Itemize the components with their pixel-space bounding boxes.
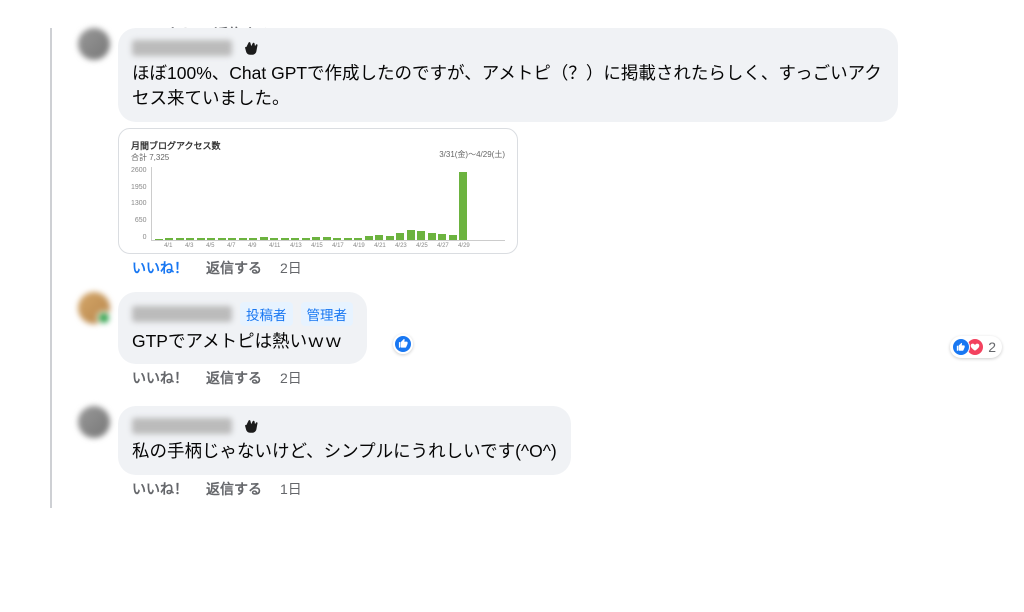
author-badge-poster: 投稿者: [240, 302, 293, 326]
chart-bar: [291, 238, 299, 240]
chart-bar: [428, 233, 436, 240]
like-link[interactable]: いいね！: [132, 258, 188, 278]
comment-bubble: ほぼ100%、Chat GPTで作成したのですが、アメトピ（？）に掲載されたらし…: [118, 28, 898, 122]
chart-bar: [417, 231, 425, 239]
reply-link[interactable]: 返信する: [206, 479, 262, 499]
reply-link[interactable]: 返信する: [206, 258, 262, 278]
chart-bar: [249, 238, 257, 240]
author-name[interactable]: [132, 418, 232, 434]
chart-bar: [260, 237, 268, 240]
wave-hand-icon: [240, 38, 260, 58]
chart-bar: [354, 238, 362, 240]
comment-text: GTPでアメトピは熱いｗｗ: [132, 329, 353, 354]
chart-bar: [365, 236, 373, 239]
like-reaction-icon[interactable]: [393, 334, 413, 354]
author-badge-admin: 管理者: [301, 302, 354, 326]
comment-bubble: 投稿者 管理者 GTPでアメトピは熱いｗｗ: [118, 292, 367, 364]
avatar[interactable]: [78, 406, 110, 438]
author-name[interactable]: [132, 306, 232, 322]
chart-attachment[interactable]: 月間ブログアクセス数 合計 7,325 3/31(金)～4/29(土) 2600…: [118, 128, 518, 254]
chart-bar: [207, 238, 215, 240]
chart-y-axis: 2600195013006500: [131, 167, 151, 241]
chart-bar: [302, 238, 310, 240]
chart-bar: [396, 233, 404, 240]
chart-bar: [228, 238, 236, 240]
chart-x-axis: 4/14/34/54/74/94/114/134/154/174/194/214…: [151, 243, 505, 249]
chart-bar: [375, 235, 383, 239]
comment-actions: いいね！ 返信する 1日: [118, 475, 1024, 511]
comment-text: 私の手柄じゃないけど、シンプルにうれしいです(^O^): [132, 439, 557, 464]
chart-bar: [386, 236, 394, 240]
comment-actions: いいね！ 返信する 2日: [118, 254, 1024, 290]
chart-daterange: 3/31(金)～4/29(土): [439, 149, 505, 160]
chart-bar: [239, 238, 247, 240]
comment-item: 私の手柄じゃないけど、シンプルにうれしいです(^O^) いいね！ 返信する 1日: [0, 406, 1024, 510]
chart-bar: [197, 238, 205, 239]
chart-bars: [151, 167, 505, 241]
author-name[interactable]: [132, 40, 232, 56]
chart-bar: [270, 238, 278, 240]
comment-item: ほぼ100%、Chat GPTで作成したのですが、アメトピ（？）に掲載されたらし…: [0, 28, 1024, 290]
wave-hand-icon: [240, 416, 260, 436]
chart-bar: [344, 238, 352, 240]
like-link[interactable]: いいね！: [132, 479, 188, 499]
time-label: 1日: [280, 479, 302, 499]
chart-bar: [449, 235, 457, 240]
comment-actions: いいね！ 返信する 2日: [118, 364, 1024, 400]
like-link[interactable]: いいね！: [132, 368, 188, 388]
chart-bar: [186, 238, 194, 240]
comment-text: ほぼ100%、Chat GPTで作成したのですが、アメトピ（？）に掲載されたらし…: [132, 61, 884, 112]
chart-bar: [333, 238, 341, 240]
comment-bubble: 私の手柄じゃないけど、シンプルにうれしいです(^O^): [118, 406, 571, 474]
time-label: 2日: [280, 368, 302, 388]
chart-bar: [323, 237, 331, 239]
chart-bar: [281, 238, 289, 240]
chart-bar: [155, 239, 163, 240]
reply-link[interactable]: 返信する: [206, 368, 262, 388]
chart-bar: [218, 238, 226, 240]
chart-bar: [407, 230, 415, 239]
comment-item: 投稿者 管理者 GTPでアメトピは熱いｗｗ いいね！ 返信する 2日: [0, 292, 1024, 400]
time-label: 2日: [280, 258, 302, 278]
avatar[interactable]: [78, 28, 110, 60]
chart-bar: [438, 234, 446, 240]
chart-bar: [459, 172, 467, 240]
avatar[interactable]: [78, 292, 110, 324]
chart-bar: [176, 238, 184, 240]
chart-bar: [312, 237, 320, 239]
chart-bar: [165, 238, 173, 240]
